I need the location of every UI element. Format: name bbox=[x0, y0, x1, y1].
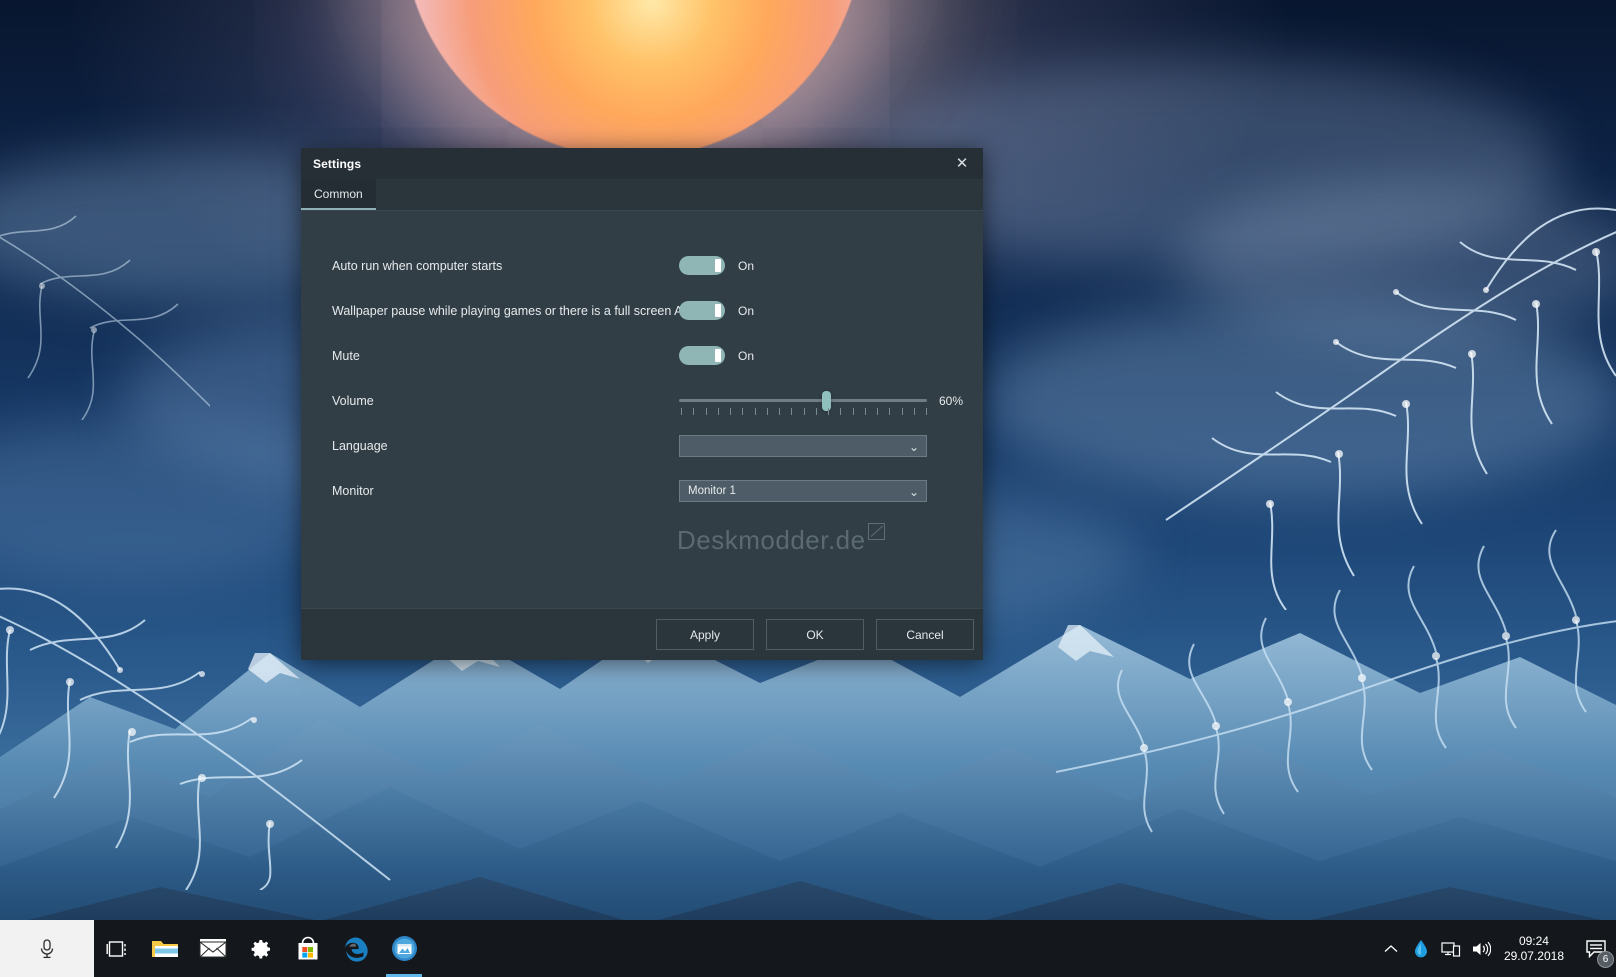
slider-ticks bbox=[681, 407, 927, 415]
tab-common[interactable]: Common bbox=[301, 179, 376, 210]
dialog-body: Auto run when computer starts On Wallpap… bbox=[301, 211, 983, 608]
setting-row-wallpaper-pause: Wallpaper pause while playing games or t… bbox=[332, 288, 952, 333]
volume-value: 60% bbox=[939, 393, 964, 408]
wallpaper-app-icon bbox=[391, 936, 417, 961]
volume-slider[interactable] bbox=[679, 386, 927, 416]
setting-control-volume: 60% bbox=[679, 378, 963, 423]
mute-toggle-state: On bbox=[738, 348, 755, 363]
show-hidden-icons-button[interactable] bbox=[1376, 920, 1406, 977]
system-tray: 09:24 29.07.2018 6 bbox=[1376, 920, 1616, 977]
ok-button-label: OK bbox=[806, 627, 824, 642]
tray-droplet-button[interactable] bbox=[1406, 920, 1436, 977]
setting-row-mute: Mute On bbox=[332, 333, 952, 378]
task-view-button[interactable] bbox=[94, 920, 141, 977]
clock-time: 09:24 bbox=[1518, 933, 1549, 948]
setting-control-language: ⌄ bbox=[679, 423, 927, 468]
monitor-dropdown[interactable]: Monitor 1 ⌄ bbox=[679, 479, 927, 502]
setting-row-autorun: Auto run when computer starts On bbox=[332, 243, 952, 288]
setting-control-autorun: On bbox=[679, 243, 754, 288]
dialog-footer: Apply OK Cancel bbox=[301, 608, 983, 660]
speaker-icon bbox=[1472, 941, 1491, 956]
monitor-dropdown-value: Monitor 1 bbox=[688, 484, 736, 497]
setting-row-monitor: Monitor Monitor 1 ⌄ bbox=[332, 468, 952, 513]
water-droplet-icon bbox=[1414, 939, 1427, 957]
chevron-down-icon: ⌄ bbox=[908, 484, 919, 499]
language-dropdown[interactable]: ⌄ bbox=[679, 434, 927, 457]
setting-control-mute: On bbox=[679, 333, 754, 378]
wallpaper-pause-toggle[interactable] bbox=[679, 301, 725, 320]
notification-badge: 6 bbox=[1597, 951, 1614, 968]
watermark-text: Deskmodder.de bbox=[677, 524, 866, 555]
autorun-toggle[interactable] bbox=[679, 256, 725, 275]
toggle-knob bbox=[715, 304, 721, 317]
wallpaper-pause-toggle-state: On bbox=[738, 303, 755, 318]
taskbar: 09:24 29.07.2018 6 bbox=[0, 920, 1616, 977]
autorun-toggle-state: On bbox=[738, 258, 755, 273]
frosted-pine-branch bbox=[0, 200, 217, 421]
task-view-icon bbox=[106, 940, 126, 957]
setting-label-autorun: Auto run when computer starts bbox=[332, 258, 503, 273]
dialog-title: Settings bbox=[313, 156, 362, 171]
cancel-button[interactable]: Cancel bbox=[876, 619, 974, 650]
edge-icon bbox=[345, 937, 368, 962]
apply-button[interactable]: Apply bbox=[656, 619, 754, 650]
setting-control-wallpaper-pause: On bbox=[679, 288, 754, 333]
tab-strip: Common bbox=[301, 179, 983, 211]
store-bag-icon bbox=[298, 936, 318, 960]
toggle-knob bbox=[715, 349, 721, 362]
microsoft-edge-button[interactable] bbox=[332, 920, 380, 977]
setting-row-language: Language ⌄ bbox=[332, 423, 952, 468]
gear-icon bbox=[251, 939, 270, 958]
mute-toggle[interactable] bbox=[679, 346, 725, 365]
cancel-button-label: Cancel bbox=[906, 627, 944, 642]
folder-icon bbox=[152, 941, 178, 957]
settings-dialog: Settings ✕ Common Auto run when computer… bbox=[301, 148, 983, 660]
ok-button[interactable]: OK bbox=[766, 619, 864, 650]
tray-volume-button[interactable] bbox=[1466, 920, 1496, 977]
microphone-icon bbox=[40, 938, 54, 958]
settings-button[interactable] bbox=[237, 920, 284, 977]
file-explorer-button[interactable] bbox=[141, 920, 189, 977]
tray-network-button[interactable] bbox=[1436, 920, 1466, 977]
setting-label-volume: Volume bbox=[332, 393, 374, 408]
setting-control-monitor: Monitor 1 ⌄ bbox=[679, 468, 927, 513]
close-icon[interactable]: ✕ bbox=[941, 148, 983, 179]
mail-button[interactable] bbox=[189, 920, 237, 977]
dialog-titlebar[interactable]: Settings ✕ bbox=[301, 148, 983, 179]
chevron-down-icon: ⌄ bbox=[908, 439, 919, 454]
watermark-box-icon bbox=[867, 522, 885, 540]
cortana-search[interactable] bbox=[0, 920, 94, 977]
taskbar-clock[interactable]: 09:24 29.07.2018 bbox=[1496, 920, 1576, 977]
apply-button-label: Apply bbox=[689, 627, 721, 642]
setting-label-wallpaper-pause: Wallpaper pause while playing games or t… bbox=[332, 303, 697, 318]
toggle-knob bbox=[715, 259, 721, 272]
action-center-button[interactable]: 6 bbox=[1576, 920, 1616, 977]
mail-icon bbox=[199, 939, 227, 958]
setting-label-language: Language bbox=[332, 438, 388, 453]
microsoft-store-button[interactable] bbox=[284, 920, 332, 977]
tab-common-label: Common bbox=[314, 186, 363, 201]
setting-label-monitor: Monitor bbox=[332, 483, 374, 498]
frosted-pine-branch bbox=[1055, 520, 1616, 860]
setting-label-mute: Mute bbox=[332, 348, 360, 363]
setting-row-volume: Volume 60% bbox=[332, 378, 963, 423]
clock-date: 29.07.2018 bbox=[1503, 948, 1564, 963]
chevron-up-icon bbox=[1384, 944, 1398, 952]
slider-track bbox=[679, 398, 927, 402]
network-monitor-icon bbox=[1441, 941, 1461, 957]
wallpaper-app-button[interactable] bbox=[380, 920, 428, 977]
watermark: Deskmodder.de bbox=[677, 518, 887, 562]
